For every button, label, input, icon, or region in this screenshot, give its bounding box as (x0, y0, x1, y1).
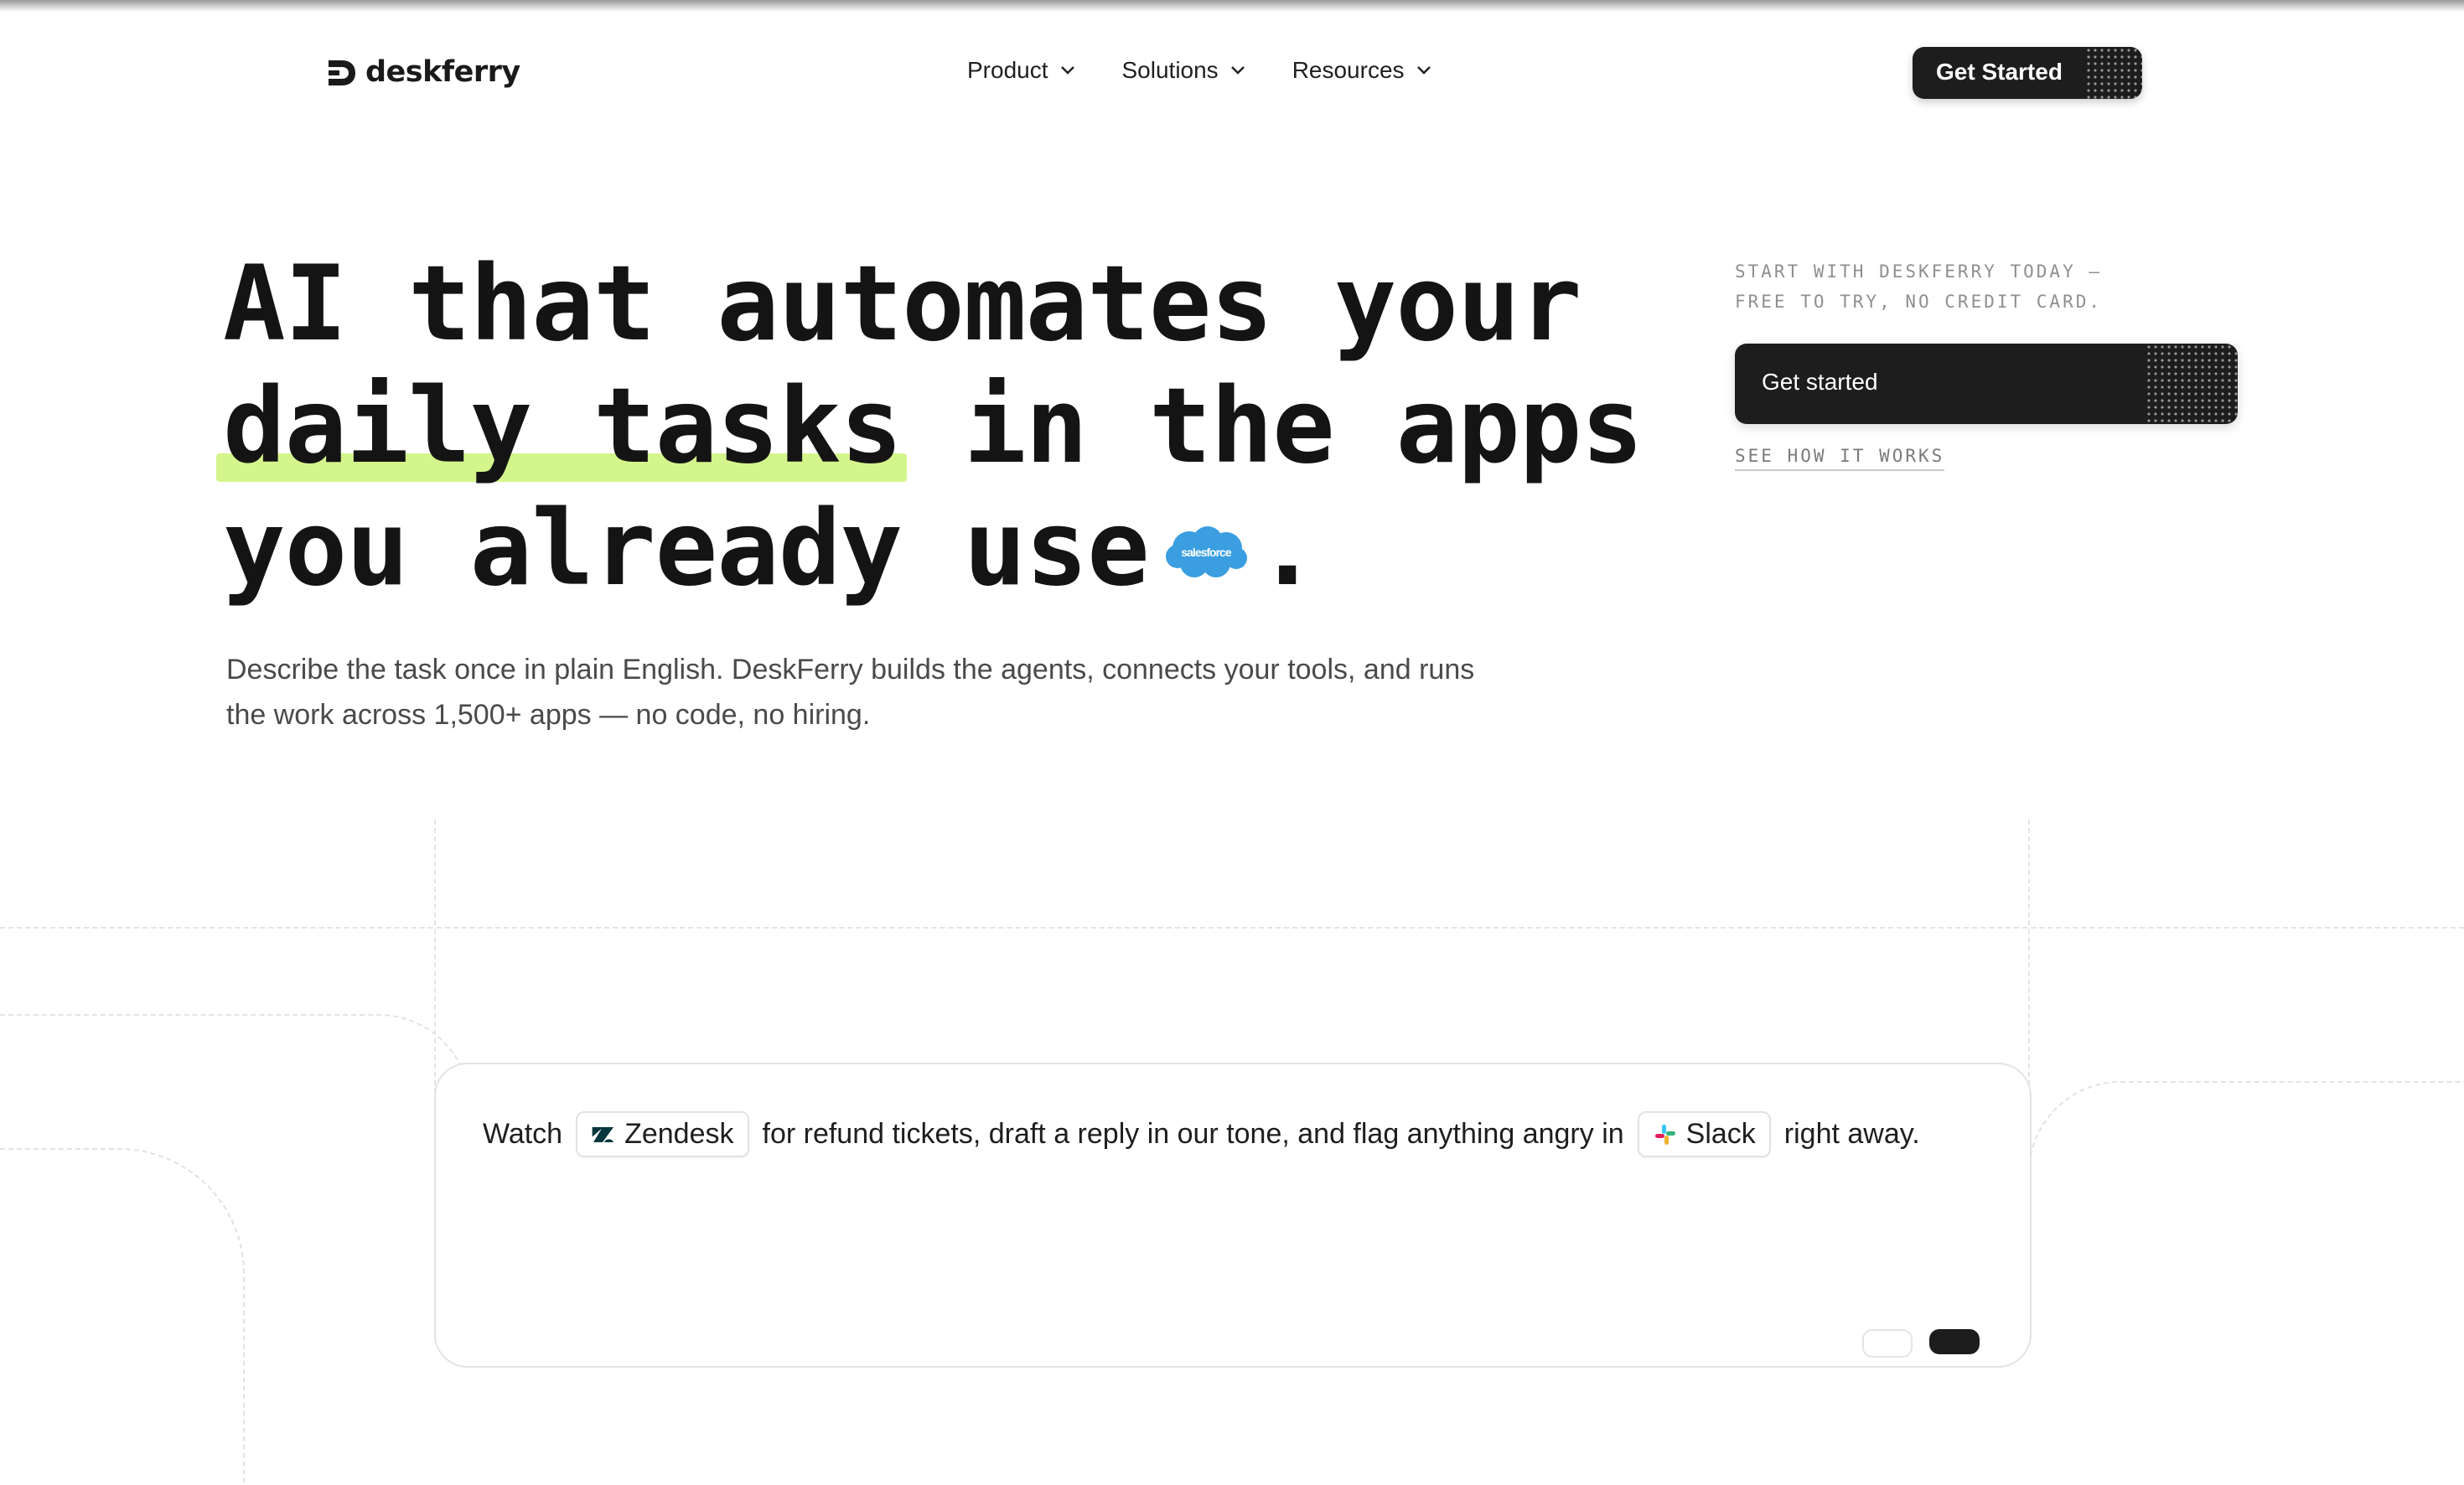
headline-line-1: AI that automates your (223, 244, 1581, 365)
headline-line-3-text: you already use (223, 489, 1150, 609)
dot-pattern (2085, 47, 2142, 99)
zendesk-chip-label: Zendesk (624, 1118, 734, 1150)
slack-icon (1654, 1124, 1675, 1145)
dot-pattern (2146, 344, 2238, 424)
side-caption: START WITH DESKFERRY TODAY — FREE TO TRY… (1735, 256, 2102, 317)
chevron-down-icon (1230, 66, 1245, 75)
prompt-text-2: for refund tickets, draft a reply in our… (762, 1118, 1624, 1150)
get-started-cta-label: Get started (1762, 369, 1878, 395)
headline-period: . (1255, 489, 1319, 609)
nav-product[interactable]: Product (967, 57, 1075, 84)
side-caption-line-2: FREE TO TRY, NO CREDIT CARD. (1735, 292, 2103, 312)
card-primary-button[interactable] (1929, 1329, 1980, 1354)
decorative-curve (2028, 1081, 2464, 1334)
deskferry-logo-icon (329, 60, 355, 85)
nav-solutions[interactable]: Solutions (1122, 57, 1245, 84)
nav-solutions-label: Solutions (1121, 57, 1219, 83)
zendesk-chip[interactable]: Zendesk (576, 1111, 749, 1157)
slack-chip-label: Slack (1685, 1118, 1756, 1150)
get-started-nav-button[interactable]: Get Started (1913, 47, 2142, 99)
brand-logo[interactable]: deskferry (325, 55, 520, 89)
prompt-text-1: Watch (483, 1118, 563, 1150)
headline-line-2-rest: in the apps (902, 366, 1644, 487)
decorative-curve (0, 1148, 245, 1485)
nav-resources-label: Resources (1292, 57, 1405, 83)
salesforce-cloud-icon: salesforce (1165, 525, 1247, 577)
hero-subtitle: Describe the task once in plain English.… (226, 654, 1475, 731)
chevron-down-icon (1416, 66, 1431, 75)
hero-headline: AI that automates your daily tasks in th… (223, 243, 1644, 610)
salesforce-logo-text: salesforce (1181, 546, 1231, 559)
top-shadow (0, 0, 2464, 12)
prompt-card[interactable] (434, 1063, 2032, 1368)
zendesk-icon (592, 1126, 614, 1142)
nav-product-label: Product (967, 57, 1048, 83)
nav-resources[interactable]: Resources (1292, 57, 1431, 84)
grid-line (0, 927, 2464, 929)
headline-highlight: daily tasks (223, 366, 903, 487)
card-secondary-button[interactable] (1862, 1329, 1913, 1358)
get-started-nav-label: Get Started (1936, 59, 2063, 85)
prompt-text-3: right away. (1783, 1118, 1920, 1150)
chevron-down-icon (1060, 66, 1074, 75)
get-started-cta-button[interactable]: Get started (1735, 344, 2238, 424)
main-nav: Product Solutions Resources (967, 57, 1431, 84)
slack-chip[interactable]: Slack (1637, 1111, 1771, 1157)
brand-name: deskferry (365, 55, 520, 89)
side-caption-line-1: START WITH DESKFERRY TODAY — (1735, 261, 2103, 282)
prompt-text: Watch Zendesk for refund tickets, draft … (483, 1111, 1920, 1157)
see-how-it-works-link[interactable]: SEE HOW IT WORKS (1735, 446, 1945, 471)
headline-line-3: you already use salesforce . (223, 488, 1480, 610)
headline-line-2: daily tasks in the apps (223, 365, 1644, 488)
